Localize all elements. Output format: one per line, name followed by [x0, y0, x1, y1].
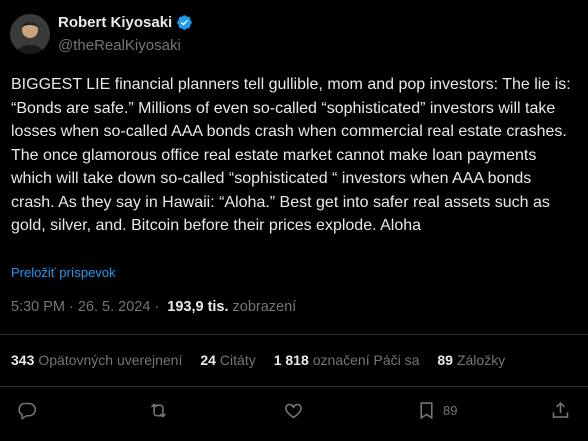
author-display-name[interactable]: Robert Kiyosaki [58, 14, 172, 31]
bookmarks-label: Záložky [456, 352, 506, 368]
heart-icon [285, 403, 302, 419]
translate-post-link[interactable]: Preložiť príspevok [11, 265, 116, 280]
bookmarks-count: 89 [437, 352, 453, 368]
share-icon [552, 401, 569, 418]
quotes-label: Citáty [219, 352, 256, 368]
repost-button[interactable] [148, 400, 169, 421]
like-button[interactable] [283, 400, 304, 421]
reply-icon [18, 402, 37, 420]
views-label: zobrazení [232, 299, 297, 315]
divider [0, 386, 588, 387]
likes-count: 1 818 [273, 352, 309, 368]
reposts-count: 343 [11, 352, 35, 368]
reposts-label: Opätovných uverejnení [38, 352, 183, 368]
tweet-date[interactable]: 26. 5. 2024 [78, 299, 151, 315]
likes-label: označení Páči sa [312, 352, 420, 368]
meta-separator-2: · [154, 299, 160, 315]
reply-button[interactable] [16, 400, 37, 421]
bookmark-icon [420, 402, 433, 420]
likes-stat[interactable]: 1 818 označení Páči sa [274, 352, 420, 368]
bookmarks-stat[interactable]: 89 Záložky [437, 352, 505, 368]
avatar-image [10, 14, 50, 54]
author-handle[interactable]: @theRealKiyosaki [58, 37, 181, 54]
action-bar: 89 [0, 400, 588, 424]
tweet-time[interactable]: 5:30 PM [11, 299, 65, 315]
quotes-count: 24 [200, 352, 216, 368]
engagement-stats: 343 Opätovných uverejnení 24 Citáty 1 81… [11, 352, 505, 368]
tweet-text: BIGGEST LIE financial planners tell gull… [11, 76, 571, 234]
bookmark-count: 89 [443, 403, 458, 418]
views-count: 193,9 tis. [167, 299, 229, 315]
meta-separator: · [69, 299, 74, 315]
author-name-row[interactable]: Robert Kiyosaki [58, 14, 193, 31]
reposts-stat[interactable]: 343 Opätovných uverejnení [11, 352, 182, 368]
repost-icon [150, 403, 167, 418]
verified-badge-icon [176, 14, 193, 31]
quotes-stat[interactable]: 24 Citáty [200, 352, 255, 368]
bookmark-button[interactable]: 89 [416, 400, 457, 421]
divider [0, 334, 588, 335]
tweet-meta: 5:30 PM · 26. 5. 2024 · 193,9 tis. zobra… [11, 299, 296, 315]
avatar[interactable] [10, 14, 50, 54]
share-button[interactable] [550, 400, 571, 421]
